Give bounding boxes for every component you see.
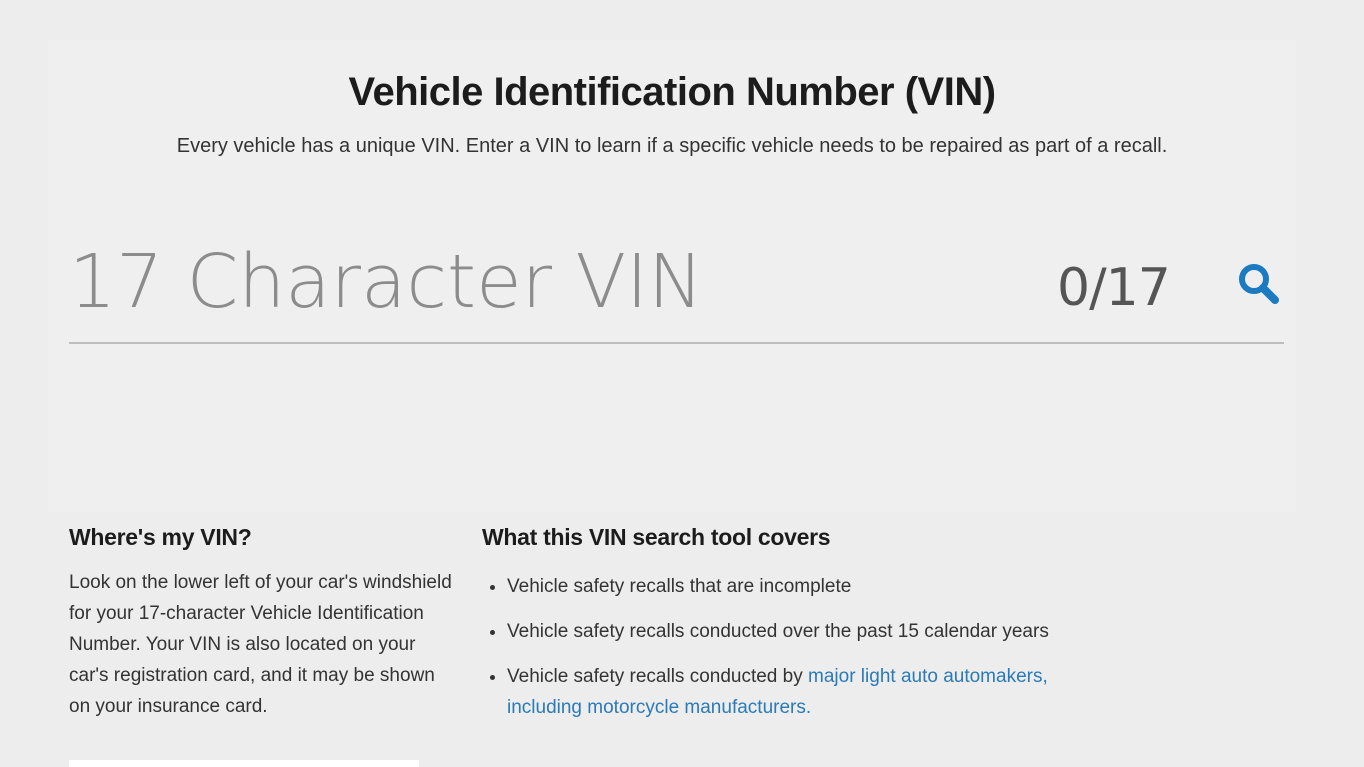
- list-item: Vehicle safety recalls conducted by majo…: [507, 661, 1062, 723]
- page: Vehicle Identification Number (VIN) Ever…: [0, 0, 1364, 767]
- list-item: Vehicle safety recalls conducted over th…: [507, 616, 1062, 647]
- page-title: Vehicle Identification Number (VIN): [348, 70, 996, 114]
- coverage-section: What this VIN search tool covers Vehicle…: [482, 524, 1062, 737]
- wheres-my-vin-text: Look on the lower left of your car's win…: [69, 572, 452, 717]
- vin-character-counter: 0/17: [1057, 258, 1171, 318]
- wheres-my-vin-heading: Where's my VIN?: [69, 524, 252, 550]
- page-subtitle: Every vehicle has a unique VIN. Enter a …: [176, 135, 1168, 157]
- search-button[interactable]: [1237, 262, 1283, 308]
- vin-search-bar: 0/17: [69, 230, 1284, 344]
- vin-location-card: [69, 760, 419, 767]
- vin-lookup-hero: Vehicle Identification Number (VIN) Ever…: [48, 40, 1296, 512]
- list-item: Vehicle safety recalls that are incomple…: [507, 571, 1062, 602]
- coverage-heading: What this VIN search tool covers: [482, 524, 831, 550]
- coverage-list: Vehicle safety recalls that are incomple…: [482, 571, 1062, 723]
- wheres-my-vin-section: Where's my VIN? Look on the lower left o…: [69, 524, 459, 722]
- list-item-text: Vehicle safety recalls conducted by: [507, 666, 809, 687]
- search-icon: [1239, 264, 1279, 304]
- vin-input[interactable]: [69, 230, 1029, 334]
